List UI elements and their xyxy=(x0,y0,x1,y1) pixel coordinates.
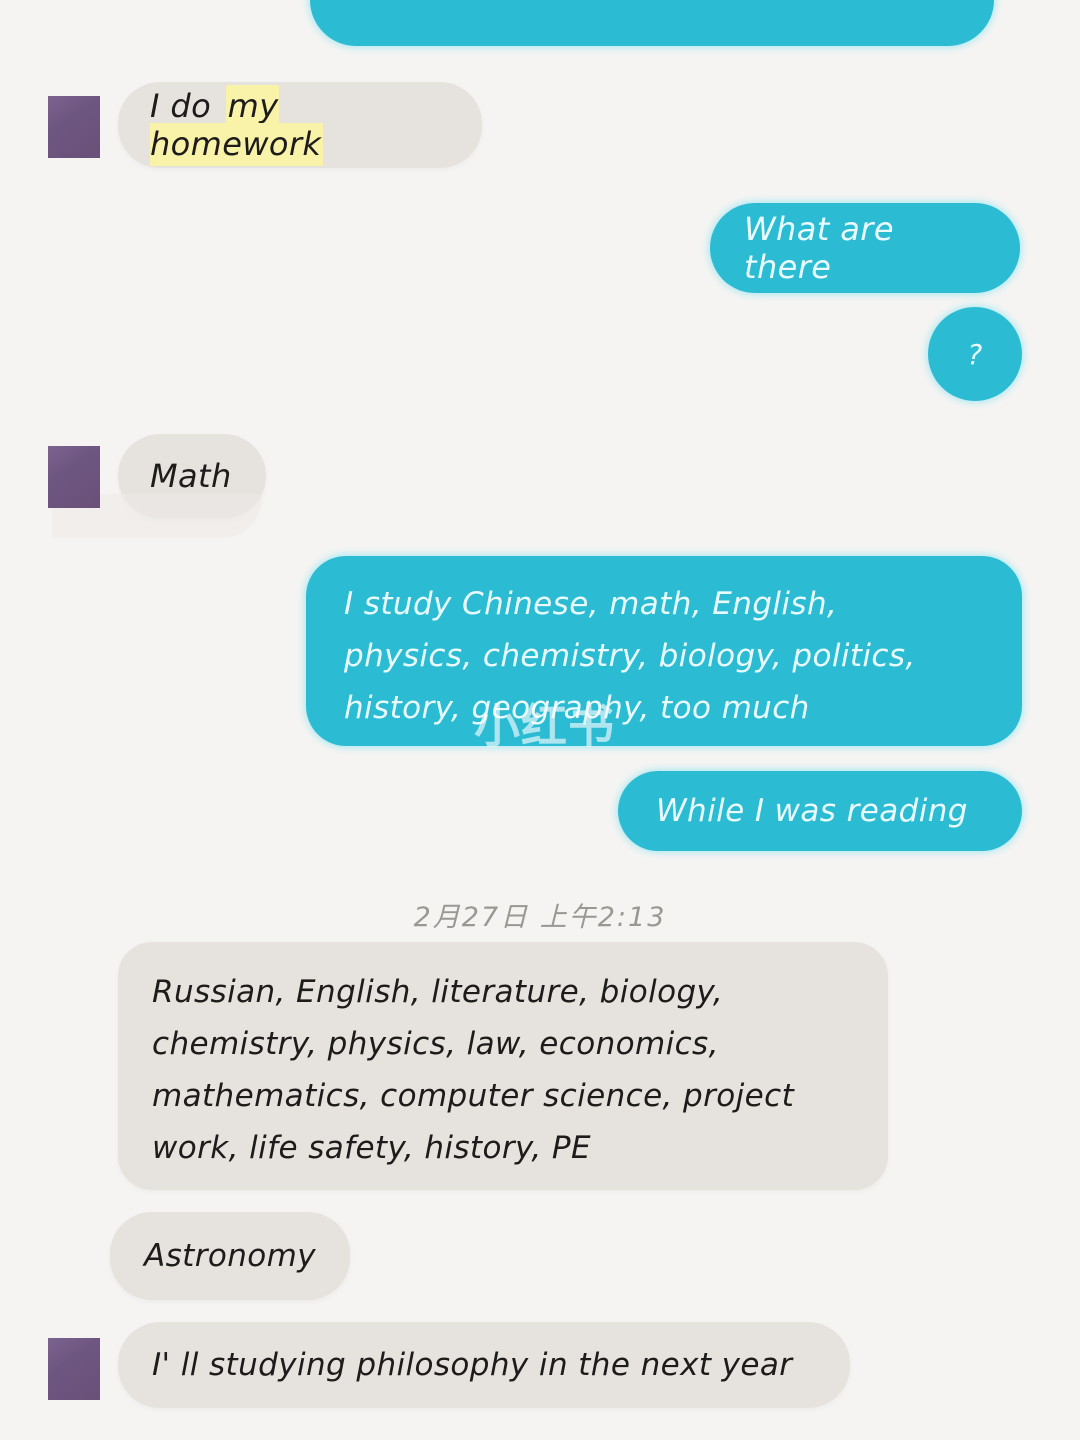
message-text: What are there xyxy=(744,210,894,286)
message-text: Astronomy xyxy=(144,1238,316,1274)
message-line: work, life safety, history, PE xyxy=(152,1130,591,1166)
message-line: mathematics, computer science, project xyxy=(152,1078,795,1114)
message-bubble-outgoing-top-cropped[interactable]: you. What are you doing xyxy=(310,0,994,46)
message-bubble-incoming-philosophy[interactable]: I' ll studying philosophy in the next ye… xyxy=(118,1322,850,1408)
message-bubble-outgoing-i-study[interactable]: I study Chinese, math, English, physics,… xyxy=(306,556,1022,746)
message-line: Russian, English, literature, biology, xyxy=(152,974,724,1010)
message-line: I study Chinese, math, English, xyxy=(344,586,838,622)
message-bubble-outgoing-what-are-there[interactable]: What are there xyxy=(710,203,1020,293)
conversation-timestamp: 2月27日 上午2:13 xyxy=(413,902,667,933)
message-text: I study Chinese, math, English, physics,… xyxy=(344,578,984,734)
message-bubble-outgoing-question-mark[interactable]: ? xyxy=(928,307,1022,401)
message-text: I do my homework xyxy=(150,85,450,166)
message-text: ? xyxy=(967,337,983,371)
message-text: Math xyxy=(150,457,232,495)
message-text: Russian, English, literature, biology, c… xyxy=(152,966,854,1174)
message-line: history, geography, too much xyxy=(344,690,810,726)
avatar-sender-chip[interactable] xyxy=(48,446,100,508)
message-bubble-incoming-homework[interactable]: I do my homework xyxy=(118,82,482,168)
message-bubble-outgoing-while-reading[interactable]: While I was reading xyxy=(618,771,1022,851)
avatar-sender-chip[interactable] xyxy=(48,1338,100,1400)
message-text: While I was reading xyxy=(656,793,968,829)
message-bubble-incoming-astronomy[interactable]: Astronomy xyxy=(110,1212,350,1300)
avatar-sender-chip[interactable] xyxy=(48,96,100,158)
chat-conversation-surface: you. What are you doing I do my homework… xyxy=(0,0,1080,1440)
message-bubble-incoming-subjects-list[interactable]: Russian, English, literature, biology, c… xyxy=(118,942,888,1190)
message-text-plain: I do xyxy=(150,87,222,125)
message-line: physics, chemistry, biology, politics, xyxy=(344,638,916,674)
message-line: chemistry, physics, law, economics, xyxy=(152,1026,719,1062)
message-text: I' ll studying philosophy in the next ye… xyxy=(152,1347,793,1383)
